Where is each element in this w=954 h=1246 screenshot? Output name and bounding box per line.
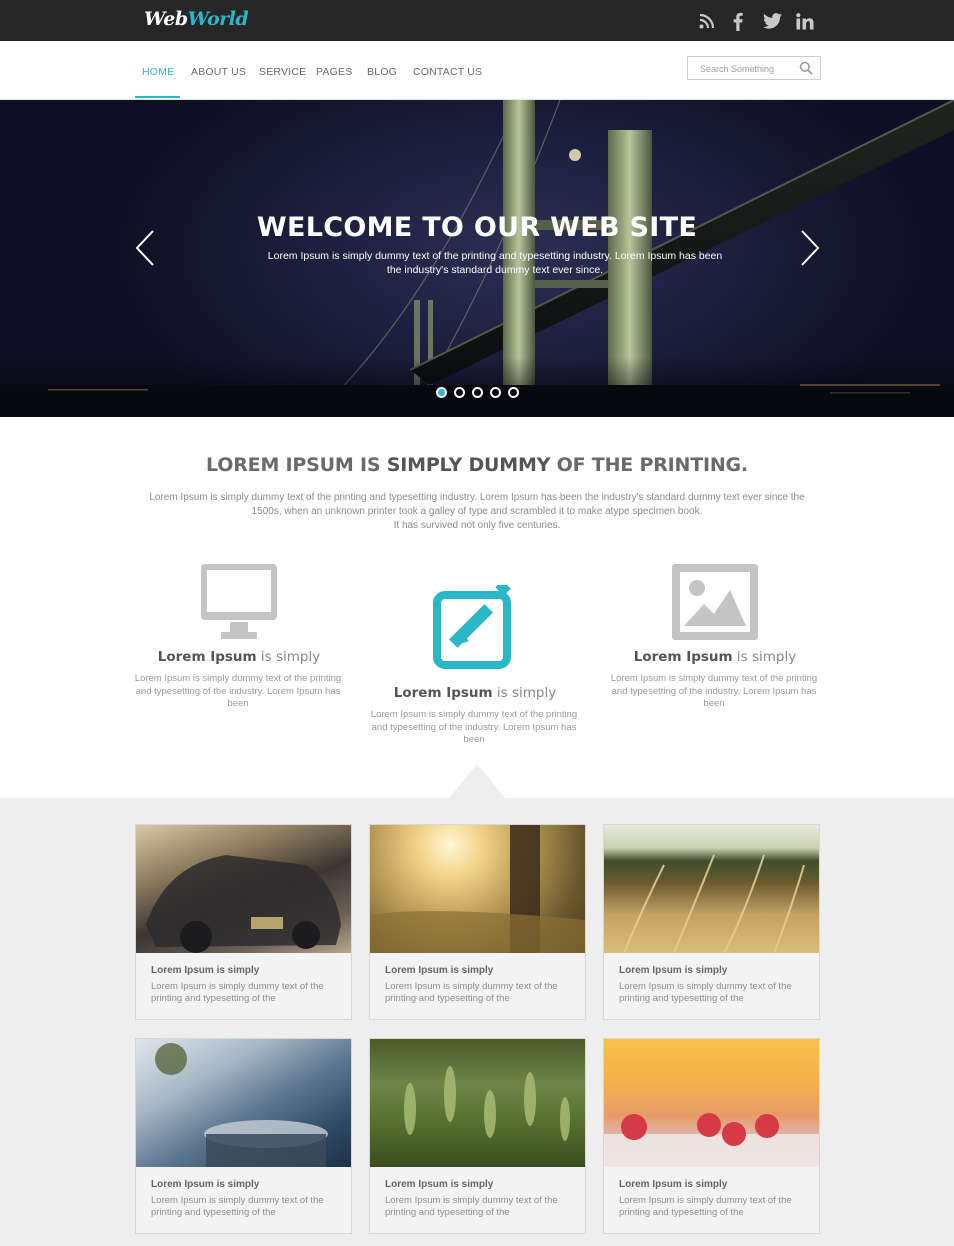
intro-heading-bold: SIMPLY DUMMY: [386, 454, 551, 476]
card-text: Lorem Ipsum is simply dummy text of the …: [151, 1195, 324, 1218]
search-box: [687, 56, 821, 80]
feature-title-rest: is simply: [492, 685, 557, 701]
feature-title: Lorem Ipsum is simply: [366, 685, 584, 701]
steaming-cup-photo: [136, 1039, 351, 1167]
search-icon[interactable]: [799, 61, 813, 80]
card-text: Lorem Ipsum is simply dummy text of the …: [619, 1195, 792, 1218]
intro-heading-part1: LOREM IPSUM IS: [206, 454, 387, 476]
linkedin-icon[interactable]: [794, 9, 816, 33]
nav-blog[interactable]: BLOG: [367, 41, 397, 99]
feature-title-rest: is simply: [256, 649, 321, 665]
gallery-card-6[interactable]: Lorem Ipsum is simply Lorem Ipsum is sim…: [603, 1038, 820, 1234]
feature-card-edit: Lorem Ipsum is simply Lorem Ipsum is sim…: [366, 585, 584, 747]
slider-dot-4[interactable]: [490, 387, 501, 398]
search-input[interactable]: [700, 61, 795, 76]
nav-contact-us[interactable]: CONTACT US: [413, 41, 482, 99]
gallery-card-3[interactable]: Lorem Ipsum is simply Lorem Ipsum is sim…: [603, 824, 820, 1020]
nav-about-us[interactable]: ABOUT US: [191, 41, 246, 99]
slider-pagination: [436, 387, 519, 398]
sunlit-field-photo: [370, 825, 585, 953]
intro-text-line2: It has survived not only five centuries.: [393, 520, 561, 531]
slider-next-arrow-icon[interactable]: [799, 228, 821, 268]
card-title: Lorem Ipsum is simply: [151, 1179, 260, 1190]
card-title: Lorem Ipsum is simply: [151, 965, 260, 976]
intro-text: Lorem Ipsum is simply dummy text of the …: [140, 491, 814, 533]
rss-icon[interactable]: [697, 9, 717, 33]
monitor-icon: [130, 562, 348, 646]
hero-slider: WELCOME TO OUR WEB SITE Lorem Ipsum is s…: [0, 100, 954, 417]
logo-part-world: World: [187, 8, 249, 30]
gallery-card-4[interactable]: Lorem Ipsum is simply Lorem Ipsum is sim…: [135, 1038, 352, 1234]
image-icon: [606, 562, 824, 646]
slider-dot-2[interactable]: [454, 387, 465, 398]
wheat-field-photo: [604, 825, 819, 953]
card-title: Lorem Ipsum is simply: [619, 1179, 728, 1190]
active-nav-indicator: [135, 96, 180, 98]
nav-pages[interactable]: PAGES: [316, 41, 352, 99]
card-text: Lorem Ipsum is simply dummy text of the …: [385, 1195, 558, 1218]
card-text: Lorem Ipsum is simply dummy text of the …: [385, 981, 558, 1004]
feature-title-bold: Lorem Ipsum: [633, 649, 733, 665]
intro-heading-part2: OF THE PRINTING.: [550, 454, 748, 476]
edit-icon: [366, 585, 584, 669]
section-pointer: [449, 764, 505, 798]
top-bar: WebWorld: [0, 0, 954, 41]
feature-title-bold: Lorem Ipsum: [393, 685, 493, 701]
intro-text-line1: Lorem Ipsum is simply dummy text of the …: [149, 492, 805, 517]
hero-text: Lorem Ipsum is simply dummy text of the …: [267, 250, 723, 276]
slider-dot-5[interactable]: [508, 387, 519, 398]
feature-text: Lorem Ipsum is simply dummy text of the …: [134, 673, 342, 709]
card-text: Lorem Ipsum is simply dummy text of the …: [151, 981, 324, 1004]
gallery-card-1[interactable]: Lorem Ipsum is simply Lorem Ipsum is sim…: [135, 824, 352, 1020]
feature-title-rest: is simply: [732, 649, 797, 665]
card-title: Lorem Ipsum is simply: [385, 1179, 494, 1190]
feature-title: Lorem Ipsum is simply: [606, 649, 824, 665]
feature-text: Lorem Ipsum is simply dummy text of the …: [370, 709, 578, 745]
card-title: Lorem Ipsum is simply: [619, 965, 728, 976]
card-title: Lorem Ipsum is simply: [385, 965, 494, 976]
card-text: Lorem Ipsum is simply dummy text of the …: [619, 981, 792, 1004]
gallery-card-5[interactable]: Lorem Ipsum is simply Lorem Ipsum is sim…: [369, 1038, 586, 1234]
slider-prev-arrow-icon[interactable]: [134, 228, 156, 268]
intro-heading: LOREM IPSUM IS SIMPLY DUMMY OF THE PRINT…: [0, 454, 954, 476]
facebook-icon[interactable]: [729, 9, 747, 33]
feature-card-image: Lorem Ipsum is simply Lorem Ipsum is sim…: [606, 562, 824, 711]
gallery-card-2[interactable]: Lorem Ipsum is simply Lorem Ipsum is sim…: [369, 824, 586, 1020]
site-logo[interactable]: WebWorld: [144, 8, 249, 30]
nav-home[interactable]: HOME: [142, 41, 174, 99]
slider-dot-3[interactable]: [472, 387, 483, 398]
feature-title: Lorem Ipsum is simply: [130, 649, 348, 665]
feature-text: Lorem Ipsum is simply dummy text of the …: [610, 673, 818, 709]
logo-part-web: Web: [144, 8, 188, 30]
twitter-icon[interactable]: [760, 9, 784, 33]
feature-card-monitor: Lorem Ipsum is simply Lorem Ipsum is sim…: [130, 562, 348, 711]
nav-service[interactable]: SERVICE: [259, 41, 306, 99]
vintage-car-photo: [136, 825, 351, 953]
green-wheat-photo: [370, 1039, 585, 1167]
slider-dot-1[interactable]: [436, 387, 447, 398]
raspberries-photo: [604, 1039, 819, 1167]
feature-title-bold: Lorem Ipsum: [157, 649, 257, 665]
